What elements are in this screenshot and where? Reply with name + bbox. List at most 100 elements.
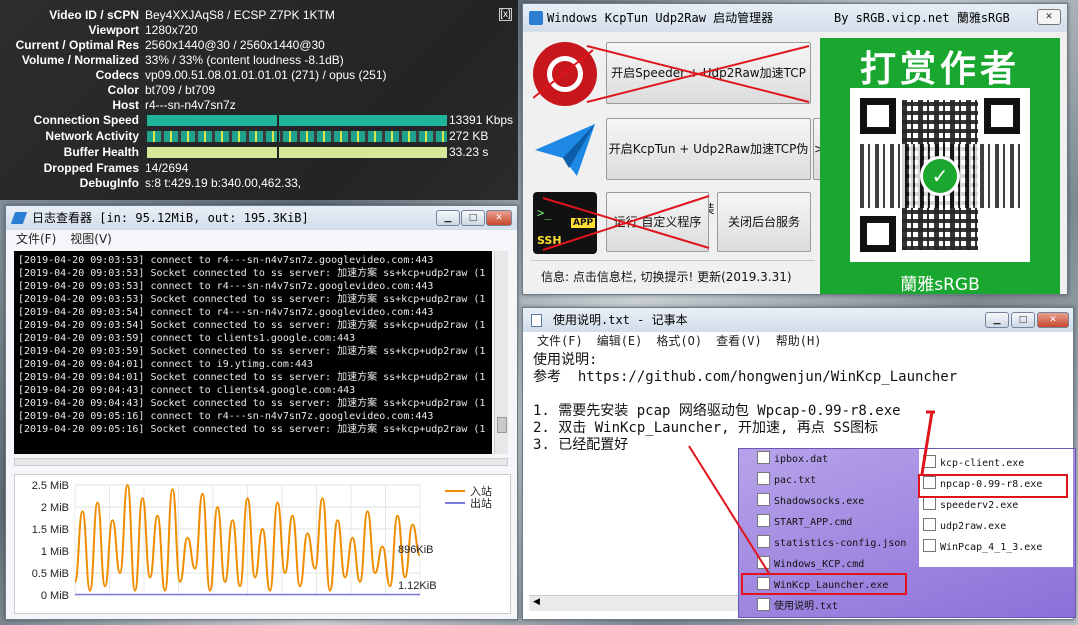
stats-row: Volume / Normalized 33% / 33% (content lo… [21,53,344,67]
close-icon[interactable]: ✕ [1037,312,1069,328]
notepad-line: 参考 https://github.com/hongwenjun/WinKcp_… [533,369,958,385]
log-scrollbar[interactable] [494,251,508,454]
menu-help[interactable]: 帮助(H) [776,334,822,348]
file-item[interactable]: WinPcap_4_1_3.exe [923,539,1042,557]
log-title: 日志查看器 [in: 95.12MiB, out: 195.3KiB] [32,211,309,225]
file-item[interactable]: 使用说明.txt [757,598,838,616]
run-custom-button[interactable]: 运行 自定义程序 [606,192,709,252]
kcp-launcher-window: Windows KcpTun Udp2Raw 启动管理器 By sRGB.vic… [522,3,1068,295]
file-item[interactable]: speederv2.exe [923,497,1018,515]
scroll-left-icon[interactable]: ◀ [533,597,540,607]
traffic-chart: 2.5 MiB 2 MiB 1.5 MiB 1 MiB 0.5 MiB 0 MiB 入站 出站… [14,474,511,614]
connection-speed-bar [147,115,447,126]
file-item[interactable]: Windows_KCP.cmd [757,556,864,574]
notepad-line: 2. 双击 WinKcp_Launcher, 开加速, 再点 SS图标 [533,420,879,436]
file-icon [757,472,770,485]
reward-panel: 打赏作者 ✓ 蘭雅sRGB [820,38,1060,295]
h-scrollbar[interactable] [14,458,508,466]
log-line: [2019-04-20 09:03:54] Socket connected t… [18,320,486,331]
file-icon [923,497,936,510]
log-line: [2019-04-20 09:03:54] connect to r4---sn… [18,307,434,318]
menu-format[interactable]: 格式(O) [656,334,702,348]
file-item[interactable]: udp2raw.exe [923,518,1006,536]
start-speeder-button[interactable]: 开启Speeder + Udp2Raw加速TCP伪装 [606,42,811,140]
reward-title: 打赏作者 [859,49,1020,90]
y-tick-label: 1 MiB [41,546,69,558]
log-line: [2019-04-20 09:04:43] Socket connected t… [18,398,486,409]
notepad-titlebar: 使用说明.txt - 记事本 ▁ □ ✕ [523,308,1073,332]
log-line: [2019-04-20 09:04:01] Socket connected t… [18,372,486,383]
stats-row: Dropped Frames 14/2694 [43,161,189,175]
notepad-line: 使用说明: [533,352,598,368]
start-kcptun-button[interactable]: 开启KcpTun + Udp2Raw加速TCP伪装 [606,118,811,216]
log-line: [2019-04-20 09:04:43] connect to clients… [18,385,356,396]
notepad-icon [531,314,542,327]
close-icon[interactable]: ✕ [486,210,512,226]
current-in-label: 896KiB [398,544,433,556]
y-tick-label: 2.5 MiB [32,480,69,492]
kcp-author: By sRGB.vicp.net 蘭雅sRGB [834,11,1010,25]
minimize-icon[interactable]: ▁ [436,210,460,226]
file-item[interactable]: kcp-client.exe [923,455,1024,473]
menu-file[interactable]: 文件(F) [537,334,583,348]
menu-view[interactable]: 查看(V) [716,334,762,348]
divider [531,260,815,261]
stats-row: Buffer Health 33.23 s [63,145,489,159]
log-line: [2019-04-20 09:03:53] connect to r4---sn… [18,255,434,266]
log-line: [2019-04-20 09:05:16] connect to r4---sn… [18,411,434,422]
stats-row: Video ID / sCPN Bey4XXJAqS8 / ECSP Z7PK 1… [49,8,335,22]
y-tick-label: 0.5 MiB [32,568,69,580]
file-icon [923,518,936,531]
app-icon [529,11,543,25]
file-item[interactable]: Shadowsocks.exe [757,493,864,511]
log-line: [2019-04-20 09:03:53] Socket connected t… [18,294,486,305]
log-line: [2019-04-20 09:03:53] connect to r4---sn… [18,281,434,292]
shadowsocks-logo [533,42,597,106]
log-menubar: 文件(F) 视图(V) [16,230,517,248]
info-bar[interactable]: 信息: 点击信息栏, 切换提示! 更新(2019.3.31) [541,268,792,285]
highlight-box [741,573,907,595]
wechat-icon: ✓ [920,156,960,196]
close-icon[interactable]: ✕ [1037,9,1061,25]
menu-file[interactable]: 文件(F) [16,232,56,246]
notepad-text[interactable]: 使用说明: 参考 https://github.com/hongwenjun/Wi… [533,352,1053,454]
file-item[interactable]: START_APP.cmd [757,514,852,532]
y-tick-label: 1.5 MiB [32,524,69,536]
notepad-line [533,386,1053,403]
kcp-title: Windows KcpTun Udp2Raw 启动管理器 [547,11,774,25]
maximize-icon[interactable]: □ [461,210,485,226]
file-icon [757,514,770,527]
network-activity-bar [147,131,447,142]
buffer-health-bar [147,147,447,158]
file-item[interactable]: ipbox.dat [757,451,828,469]
legend-label: 入站 [470,484,492,498]
menu-edit[interactable]: 编辑(E) [597,334,643,348]
log-titlebar: 日志查看器 [in: 95.12MiB, out: 195.3KiB] ▁ □ … [6,206,517,230]
stats-row: Current / Optimal Res 2560x1440@30 / 2560… [15,38,325,52]
minimize-icon[interactable]: ▁ [985,312,1009,328]
file-item[interactable]: pac.txt [757,472,816,490]
kcp-titlebar: Windows KcpTun Udp2Raw 启动管理器 By sRGB.vic… [523,4,1067,32]
file-item[interactable]: statistics-config.json [757,535,906,553]
qr-code: ✓ [850,88,1030,262]
y-tick-label: 2 MiB [41,502,69,514]
reward-name: 蘭雅sRGB [900,275,980,295]
stats-row: DebugInfo s:8 t:429.19 b:340.00,462.33, [79,176,302,190]
y-tick-label: 0 MiB [41,590,69,602]
log-line: [2019-04-20 09:03:53] Socket connected t… [18,268,486,279]
file-icon [757,598,770,611]
stats-row: Codecs vp09.00.51.08.01.01.01.01 (271) / … [95,68,387,82]
log-line: [2019-04-20 09:03:59] Socket connected t… [18,346,486,357]
log-output[interactable]: [2019-04-20 09:03:53] connect to r4---sn… [14,251,492,454]
file-icon [923,455,936,468]
maximize-icon[interactable]: □ [1011,312,1035,328]
terminal-app-icon: >_ SSH APP [533,192,597,254]
notepad-title: 使用说明.txt - 记事本 [553,313,688,327]
file-icon [757,556,770,569]
close-service-button[interactable]: 关闭后台服务 [717,192,811,252]
menu-view[interactable]: 视图(V) [70,232,112,246]
highlight-box [918,474,1068,498]
legend-label: 出站 [470,496,492,510]
notepad-menubar: 文件(F) 编辑(E) 格式(O) 查看(V) 帮助(H) [537,332,1073,350]
stats-row: Color bt709 / bt709 [107,83,216,97]
